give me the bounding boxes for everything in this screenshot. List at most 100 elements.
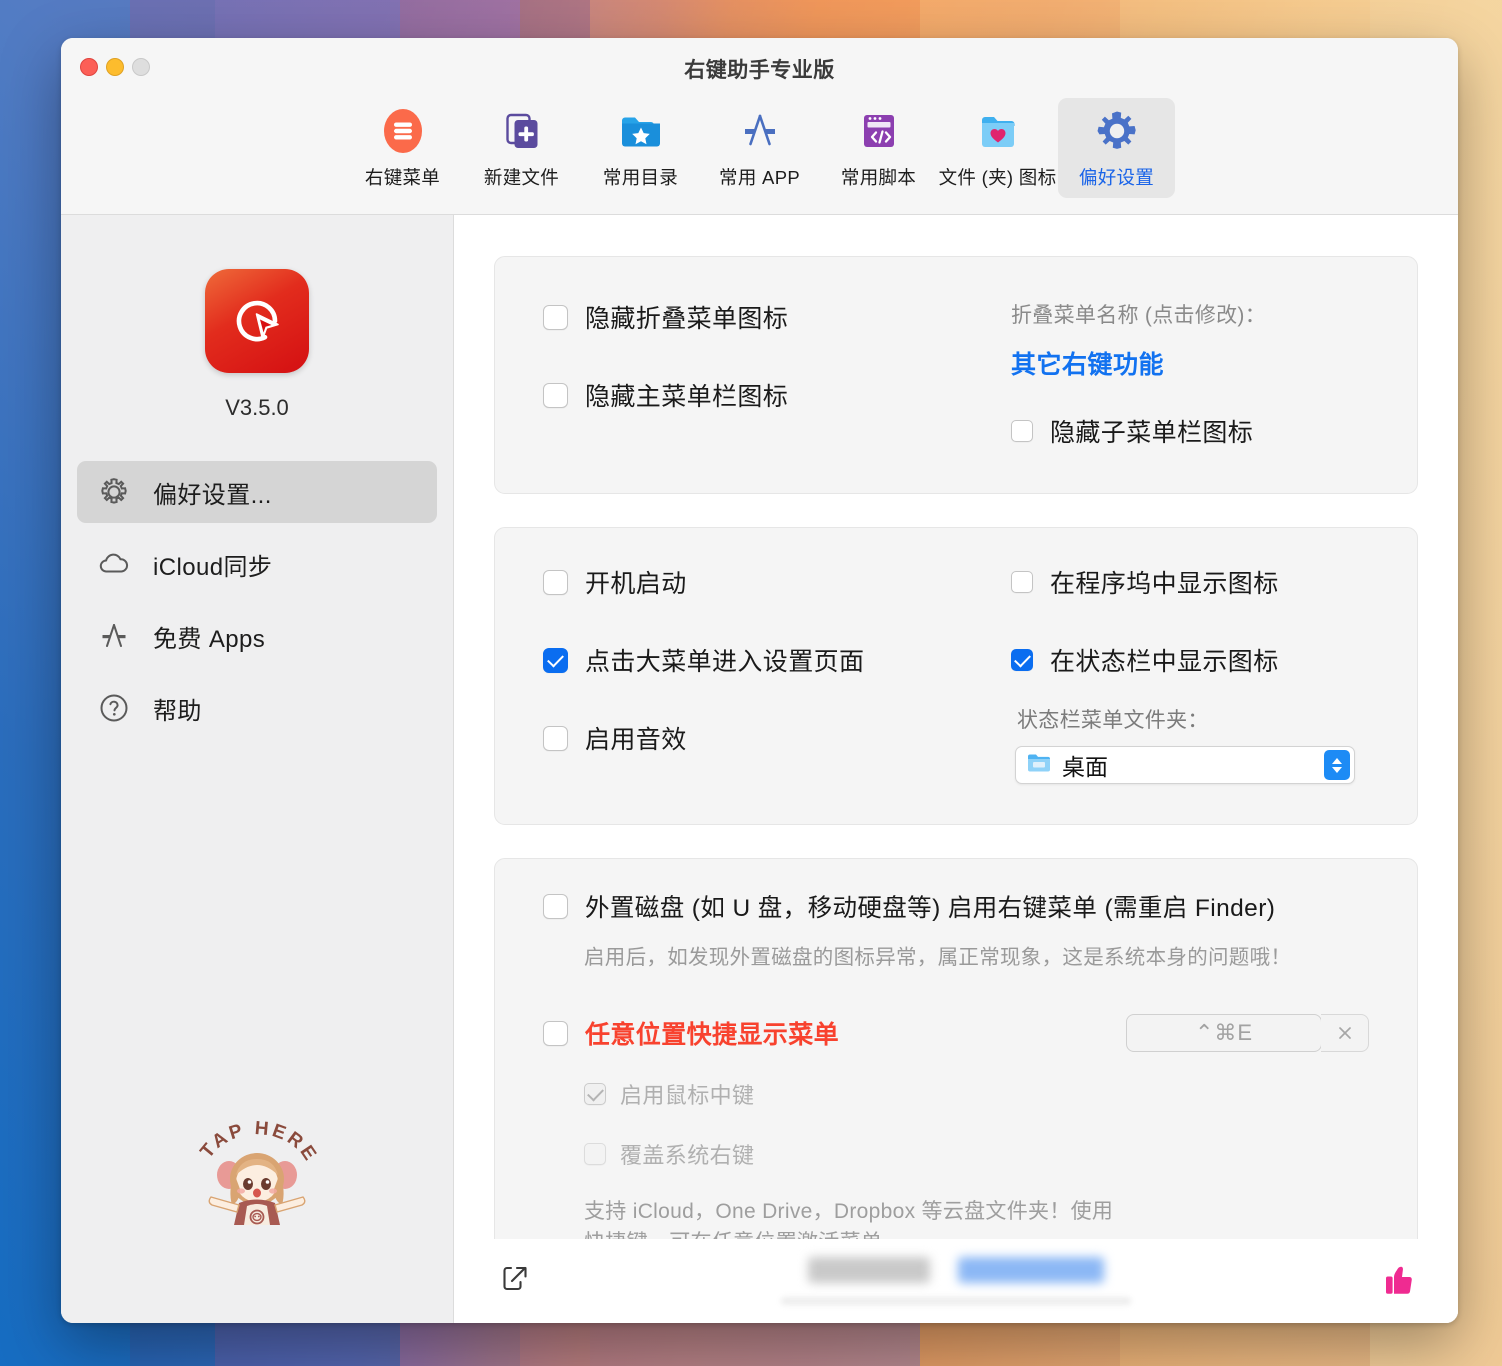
toolbar-item-new-file[interactable]: 新建文件 [463,98,580,198]
hide-fold-menu-icon-checkbox[interactable] [543,304,568,330]
panel-general: 开机启动 点击大菜单进入设置页面 启用音效 在程序坞中显示图标 在状态栏中显示图… [494,527,1418,825]
question-circle-icon [95,690,133,726]
window-body: V3.5.0 偏好设置... iCloud同步 免费 Apps 帮助 TAP H… [61,215,1458,1323]
stepper-icon[interactable] [1324,750,1350,780]
override-system-rightclick-checkbox [584,1143,606,1165]
title-bar: 右键助手专业版 [61,38,1458,96]
checkbox-row-override-system-rightclick: 覆盖系统右键 [584,1138,1369,1170]
show-icon-in-statusbar-checkbox[interactable] [1011,649,1033,671]
toolbar-item-common-scripts[interactable]: 常用脚本 [820,98,937,198]
checkbox-label: 隐藏主菜单栏图标 [585,383,789,411]
app-window: 右键助手专业版 右键菜单 新建文件 常用目录 常用 APP 常用脚本 文件 (夹… [61,38,1458,1323]
redacted-footer-text [808,1257,1104,1283]
settings-scroll-area: 隐藏折叠菜单图标 隐藏主菜单栏图标 折叠菜单名称 (点击修改)： 其它右键功能 [454,215,1458,1296]
cloud-icon [95,546,133,582]
folder-icon [1026,752,1052,779]
checkbox-row-show-icon-in-dock[interactable]: 在程序坞中显示图标 [1011,564,1369,600]
app-store-icon [735,105,785,157]
hamburger-circle-icon [378,105,428,157]
sidebar-item-label: 免费 Apps [153,625,266,653]
checkbox-row-hide-main-menubar-icon[interactable]: 隐藏主菜单栏图标 [543,377,1011,413]
toolbar-item-label: 右键菜单 [364,167,441,188]
checkbox-label: 在程序坞中显示图标 [1050,570,1279,598]
checkbox-label: 启用音效 [585,726,687,754]
script-code-window-icon [854,105,904,157]
blurred-blue-text [958,1257,1104,1283]
sidebar-item-label: 偏好设置... [153,481,272,509]
checkbox-row-enable-sound[interactable]: 启用音效 [543,720,1011,756]
statusbar-folder-caption: 状态栏菜单文件夹： [1017,709,1209,732]
toolbar-item-preferences[interactable]: 偏好设置 [1058,98,1175,198]
panel-advanced: 外置磁盘 (如 U 盘，移动硬盘等) 启用右键菜单 (需重启 Finder) 启… [494,858,1418,1296]
toolbar-item-label: 文件 (夹) 图标 [938,167,1057,188]
toolbar-item-right-click-menu[interactable]: 右键菜单 [344,98,461,198]
checkbox-label: 覆盖系统右键 [620,1143,755,1168]
gear-icon [1092,105,1142,157]
statusbar-folder-select[interactable]: 桌面 [1015,746,1355,784]
toolbar-item-label: 偏好设置 [1078,167,1155,188]
checkbox-label: 在状态栏中显示图标 [1050,648,1279,676]
checkbox-label: 点击大菜单进入设置页面 [585,648,865,676]
tap-here-mascot-sticker[interactable]: TAP HERE [189,1109,325,1227]
hide-main-menubar-icon-checkbox[interactable] [543,382,568,408]
toolbar-item-common-apps[interactable]: 常用 APP [701,98,818,198]
anywhere-shortcut-checkbox[interactable] [543,1020,568,1046]
launch-at-login-checkbox[interactable] [543,569,568,595]
checkbox-label: 启用鼠标中键 [620,1083,755,1108]
checkbox-row-click-big-menu[interactable]: 点击大菜单进入设置页面 [543,642,1011,678]
checkbox-row-hide-fold-menu-icon[interactable]: 隐藏折叠菜单图标 [543,299,1011,335]
hide-sub-menubar-icon-checkbox[interactable] [1011,420,1033,442]
window-title: 右键助手专业版 [684,59,835,82]
blurred-underline [781,1297,1131,1305]
enable-middle-click-checkbox [584,1083,606,1105]
cloud-note-line: 支持 iCloud，One Drive，Dropbox 等云盘文件夹！使用 [584,1200,1114,1223]
checkbox-row-show-icon-in-statusbar[interactable]: 在状态栏中显示图标 [1011,642,1369,678]
checkbox-label: 隐藏子菜单栏图标 [1050,419,1254,447]
fold-menu-name-value[interactable]: 其它右键功能 [1011,345,1369,381]
toolbar-item-label: 常用脚本 [840,167,917,188]
checkbox-label: 隐藏折叠菜单图标 [585,305,789,333]
sidebar-list: 偏好设置... iCloud同步 免费 Apps 帮助 [61,461,453,739]
cursor-arrow-logo [205,269,309,373]
hotkey-field[interactable]: ⌃⌘E [1126,1014,1322,1052]
checkbox-label: 开机启动 [585,570,687,598]
panel-menu-icons: 隐藏折叠菜单图标 隐藏主菜单栏图标 折叠菜单名称 (点击修改)： 其它右键功能 [494,256,1418,494]
sidebar-item-preferences[interactable]: 偏好设置... [77,461,437,523]
toolbar-item-label: 常用 APP [719,167,800,188]
show-icon-in-dock-checkbox[interactable] [1011,571,1033,593]
checkbox-row-external-disk[interactable]: 外置磁盘 (如 U 盘，移动硬盘等) 启用右键菜单 (需重启 Finder) [543,889,1369,924]
click-big-menu-checkbox[interactable] [543,647,568,673]
sidebar-item-icloud-sync[interactable]: iCloud同步 [77,533,437,595]
checkbox-row-hide-sub-menubar-icon[interactable]: 隐藏子菜单栏图标 [1011,413,1369,449]
close-x-icon[interactable] [1321,1014,1369,1052]
toolbar: 右键菜单 新建文件 常用目录 常用 APP 常用脚本 文件 (夹) 图标 偏好设… [61,96,1458,215]
enable-sound-checkbox[interactable] [543,725,568,751]
toolbar-item-file-folder-icons[interactable]: 文件 (夹) 图标 [939,98,1056,198]
checkbox-row-launch-at-login[interactable]: 开机启动 [543,564,1011,600]
fold-menu-name-caption: 折叠菜单名称 (点击修改)： [1011,304,1267,327]
desktop-wallpaper: 右键助手专业版 右键菜单 新建文件 常用目录 常用 APP 常用脚本 文件 (夹… [0,0,1502,1366]
external-disk-note: 启用后，如发现外置磁盘的图标异常，属正常现象，这是系统本身的问题哦！ [584,946,1292,969]
folder-name: 桌面 [1062,754,1108,780]
hotkey-control-group: ⌃⌘E [1126,1014,1369,1052]
new-file-plus-icon [497,105,547,157]
bottom-bar [454,1239,1458,1323]
toolbar-item-label: 新建文件 [483,167,560,188]
share-export-icon[interactable] [498,1262,532,1301]
toolbar-item-common-folders[interactable]: 常用目录 [582,98,699,198]
gear-icon [95,474,133,510]
sidebar-item-label: iCloud同步 [153,553,273,581]
sidebar-item-label: 帮助 [153,697,202,725]
thumbs-up-icon[interactable] [1380,1260,1418,1303]
app-version: V3.5.0 [225,395,289,420]
content-area: 隐藏折叠菜单图标 隐藏主菜单栏图标 折叠菜单名称 (点击修改)： 其它右键功能 [454,215,1458,1323]
checkbox-label: 任意位置快捷显示菜单 [585,1021,840,1049]
app-store-icon [95,618,133,654]
sidebar-item-help[interactable]: 帮助 [77,677,437,739]
checkbox-row-anywhere-shortcut[interactable]: 任意位置快捷显示菜单 ⌃⌘E [543,1014,1369,1052]
sidebar-item-free-apps[interactable]: 免费 Apps [77,605,437,667]
folder-star-icon [616,105,666,157]
blurred-gray-text [808,1257,930,1283]
external-disk-checkbox[interactable] [543,894,568,919]
folder-heart-icon [973,105,1023,157]
